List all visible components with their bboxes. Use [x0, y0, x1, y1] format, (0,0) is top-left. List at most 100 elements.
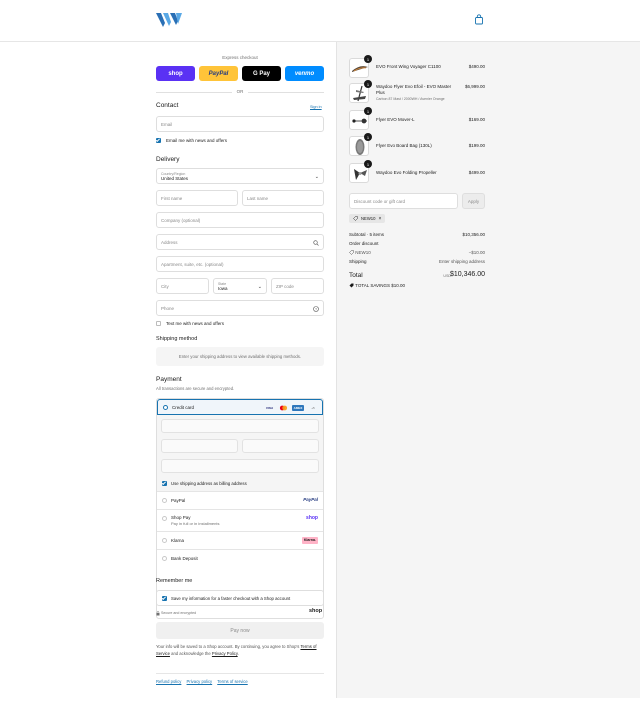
delivery-title: Delivery	[156, 156, 180, 163]
company-field[interactable]: Company (optional)	[156, 212, 324, 228]
payment-subtitle: All transactions are secure and encrypte…	[156, 386, 235, 391]
discount-code-input[interactable]: Discount code or gift card	[349, 193, 458, 209]
order-discount-row: Order discount	[349, 241, 379, 246]
venmo-button[interactable]: venmo	[285, 66, 324, 81]
footer-links: Refund policy Privacy policy Terms of se…	[156, 679, 252, 684]
credit-card-option[interactable]: Credit card VISA AMEX +5	[157, 399, 323, 415]
total-value: $10,346.00	[449, 271, 485, 278]
line-item: 1 Waydoo Flyer Evo Efoil - EVO Master Pl…	[349, 80, 485, 109]
tag-icon	[353, 216, 358, 221]
bank-deposit-option[interactable]: Bank Deposit	[157, 549, 323, 567]
product-variant: Carbon 87 Mast / 2000WH / Avenier Orange	[376, 97, 445, 101]
line-item: 1 Flyer Evo Board Bag (130L) $199.00	[349, 133, 485, 158]
city-field[interactable]: City	[156, 278, 209, 294]
product-name: Waydoo Evo Folding Propeller	[376, 170, 437, 175]
amex-icon: AMEX	[292, 405, 304, 411]
payment-title: Payment	[156, 376, 182, 383]
help-icon[interactable]: ?	[313, 306, 319, 312]
product-thumbnail: 1	[349, 80, 372, 103]
email-news-label: Email me with news and offers	[166, 138, 227, 143]
product-price: $6,999.00	[464, 84, 485, 89]
shipping-method-message: Enter your shipping address to view avai…	[156, 347, 324, 366]
product-name: Flyer EVO Mover-L	[376, 117, 415, 122]
legal-text: Your info will be saved to a Shop accoun…	[156, 644, 317, 656]
address-field[interactable]: Address	[156, 234, 324, 250]
shop-pay-button[interactable]: shop	[156, 66, 195, 81]
line-item: 1 EVO Front Wing Voyager C1100 $490.00	[349, 55, 485, 80]
search-icon	[313, 240, 319, 246]
product-name: EVO Front Wing Voyager C1100	[376, 64, 441, 69]
quantity-badge: 1	[364, 133, 372, 141]
save-info-label: Save my information for a faster checkou…	[171, 596, 291, 601]
chevron-down-icon: ⌄	[257, 284, 262, 290]
apply-discount-button[interactable]: Apply	[462, 193, 485, 209]
quantity-badge: 1	[364, 80, 372, 88]
privacy-policy-link[interactable]: Privacy Policy	[212, 651, 238, 656]
bag-icon[interactable]	[474, 14, 484, 25]
paypal-radio[interactable]	[162, 498, 167, 503]
store-logo[interactable]	[156, 13, 182, 27]
secure-label: Secure and encrypted	[161, 611, 197, 615]
footer-divider	[156, 673, 324, 674]
header	[0, 0, 640, 42]
first-name-field[interactable]: First name	[156, 190, 238, 206]
card-name-field[interactable]	[161, 459, 319, 473]
terms-of-service-footer-link[interactable]: Terms of service	[217, 679, 247, 684]
visa-icon: VISA	[265, 406, 273, 410]
product-thumbnail: 1	[349, 160, 372, 183]
paypal-option[interactable]: PayPal PayPal	[157, 491, 323, 509]
save-info-checkbox[interactable]	[162, 596, 167, 601]
apartment-field[interactable]: Apartment, suite, etc. (optional)	[156, 256, 324, 272]
credit-card-label: Credit card	[172, 405, 195, 410]
klarna-radio[interactable]	[162, 538, 167, 543]
klarna-option[interactable]: Klarna Klarna.	[157, 531, 323, 549]
phone-field[interactable]: Phone ?	[156, 300, 324, 316]
zip-field[interactable]: ZIP code	[271, 278, 324, 294]
quantity-badge: 1	[364, 55, 372, 63]
shop-pay-icon: shop	[306, 515, 318, 521]
card-expiry-field[interactable]	[161, 439, 238, 453]
credit-card-radio[interactable]	[163, 405, 168, 410]
product-thumbnail: 1	[349, 107, 372, 130]
pay-now-button[interactable]: Pay now	[156, 622, 324, 639]
email-field[interactable]: Email	[156, 116, 324, 132]
lock-icon	[156, 611, 160, 616]
text-news-checkbox[interactable]	[156, 321, 161, 326]
shop-pay-option[interactable]: Shop Pay Pay in full or in installments …	[157, 509, 323, 531]
discount-chip: NEW10 ×	[349, 214, 386, 223]
product-price: $199.00	[468, 143, 485, 148]
card-cvv-field[interactable]	[242, 439, 319, 453]
gpay-button[interactable]: G Pay	[242, 66, 281, 81]
payment-methods: Credit card VISA AMEX +5 Use shipping ad…	[156, 398, 324, 619]
shop-logo: shop	[309, 608, 323, 614]
country-select[interactable]: Country/Region United States ⌄	[156, 168, 324, 184]
shipping-row: Shipping Enter shipping address	[349, 259, 485, 264]
tag-icon	[349, 283, 354, 288]
last-name-field[interactable]: Last name	[242, 190, 324, 206]
card-number-field[interactable]	[161, 419, 319, 433]
express-checkout-title: Express checkout	[222, 55, 258, 60]
credit-card-form: Use shipping address as billing address	[157, 415, 323, 491]
discount-code-row: NEW10 −$10.00	[349, 250, 485, 256]
product-price: $499.00	[468, 170, 485, 175]
shipping-method-title: Shipping method	[156, 336, 198, 342]
email-news-checkbox[interactable]	[156, 138, 161, 143]
bank-deposit-radio[interactable]	[162, 556, 167, 561]
shop-pay-radio[interactable]	[162, 516, 167, 521]
paypal-button[interactable]: PayPal	[199, 66, 238, 81]
refund-policy-link[interactable]: Refund policy	[156, 679, 181, 684]
text-news-label: Text me with news and offers	[166, 321, 224, 326]
product-name: Flyer Evo Board Bag (130L)	[376, 143, 432, 148]
contact-title: Contact	[156, 102, 179, 109]
quantity-badge: 1	[364, 160, 372, 168]
line-item: 1 Waydoo Evo Folding Propeller $499.00	[349, 160, 485, 185]
sign-in-link[interactable]: Sign in	[310, 105, 322, 109]
privacy-policy-footer-link[interactable]: Privacy policy	[187, 679, 213, 684]
subtotal-row: Subtotal · 5 items $10,356.00	[349, 232, 485, 237]
billing-address-label: Use shipping address as billing address	[171, 481, 247, 486]
state-select[interactable]: State Iowa ⌄	[213, 278, 267, 294]
shop-pay-sub: Pay in full or in installments	[171, 521, 220, 526]
billing-address-checkbox[interactable]	[162, 481, 167, 486]
line-item: 1 Flyer EVO Mover-L $169.00	[349, 107, 485, 132]
remove-discount-icon[interactable]: ×	[378, 216, 381, 222]
